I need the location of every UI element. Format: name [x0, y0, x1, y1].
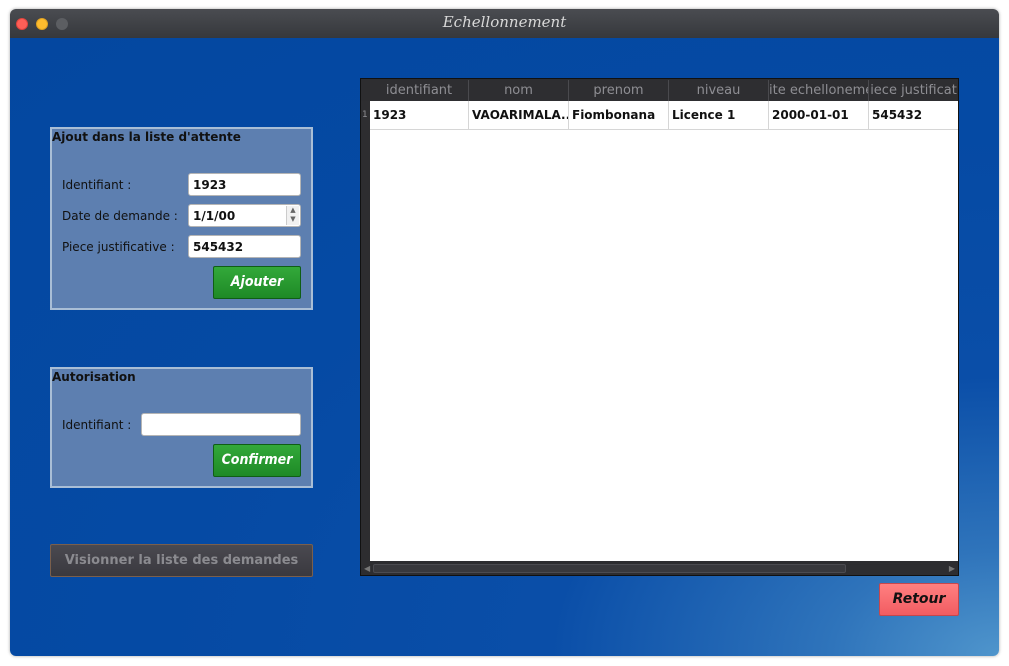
waitlist-group-title: Ajout dans la liste d'attente: [52, 130, 241, 144]
auth-group: Autorisation Identifiant : Confirmer: [50, 367, 313, 488]
ajouter-button[interactable]: Ajouter: [213, 266, 301, 299]
table-cell[interactable]: 1923: [370, 101, 469, 130]
spin-down-icon[interactable]: ▼: [287, 215, 299, 224]
column-header[interactable]: nom: [469, 80, 569, 101]
piece-justificative-label: Piece justificative :: [62, 240, 175, 254]
column-header[interactable]: ite echelloneme: [769, 80, 869, 101]
piece-justificative-input[interactable]: 545432: [188, 235, 301, 258]
table-cell[interactable]: Fiombonana: [569, 101, 669, 130]
column-header[interactable]: identifiant: [370, 80, 469, 101]
confirmer-button[interactable]: Confirmer: [213, 444, 301, 477]
main-content: Ajout dans la liste d'attente Identifian…: [10, 38, 999, 656]
table-body: 1923 VAOARIMALA... Fiombonana Licence 1 …: [370, 101, 958, 561]
table-cell[interactable]: 2000-01-01: [769, 101, 869, 130]
table-cell[interactable]: VAOARIMALA...: [469, 101, 569, 130]
demandes-table: identifiant nom prenom niveau ite echell…: [360, 78, 959, 576]
waitlist-identifiant-label: Identifiant :: [62, 178, 132, 192]
spin-up-icon[interactable]: ▲: [287, 206, 299, 215]
table-cell[interactable]: Licence 1: [669, 101, 769, 130]
scroll-left-icon[interactable]: ◀: [364, 562, 370, 575]
auth-identifiant-input[interactable]: [141, 413, 301, 436]
column-header[interactable]: iece justificat: [869, 80, 958, 101]
waitlist-group: Ajout dans la liste d'attente Identifian…: [50, 127, 313, 310]
date-spinner[interactable]: ▲ ▼: [286, 206, 299, 225]
column-header[interactable]: niveau: [669, 80, 769, 101]
window-title: Echellonnement: [442, 13, 567, 31]
waitlist-identifiant-input[interactable]: 1923: [188, 173, 301, 196]
date-demande-input[interactable]: 1/1/00 ▲ ▼: [188, 204, 301, 227]
horizontal-scrollbar[interactable]: ◀ ▶: [361, 562, 958, 575]
title-bar: Echellonnement: [10, 9, 999, 38]
column-header[interactable]: prenom: [569, 80, 669, 101]
auth-group-title: Autorisation: [52, 370, 136, 384]
app-window: Echellonnement Ajout dans la liste d'att…: [10, 9, 999, 656]
view-list-button[interactable]: Visionner la liste des demandes: [50, 544, 313, 577]
date-demande-label: Date de demande :: [62, 209, 178, 223]
scrollbar-thumb[interactable]: [373, 564, 846, 573]
retour-button[interactable]: Retour: [879, 583, 959, 616]
table-cell[interactable]: 545432: [869, 101, 958, 130]
date-demande-value: 1/1/00: [193, 209, 236, 223]
scroll-right-icon[interactable]: ▶: [949, 562, 955, 575]
auth-identifiant-label: Identifiant :: [62, 418, 132, 432]
table-header: identifiant nom prenom niveau ite echell…: [370, 80, 958, 101]
row-header[interactable]: 1: [361, 101, 370, 130]
